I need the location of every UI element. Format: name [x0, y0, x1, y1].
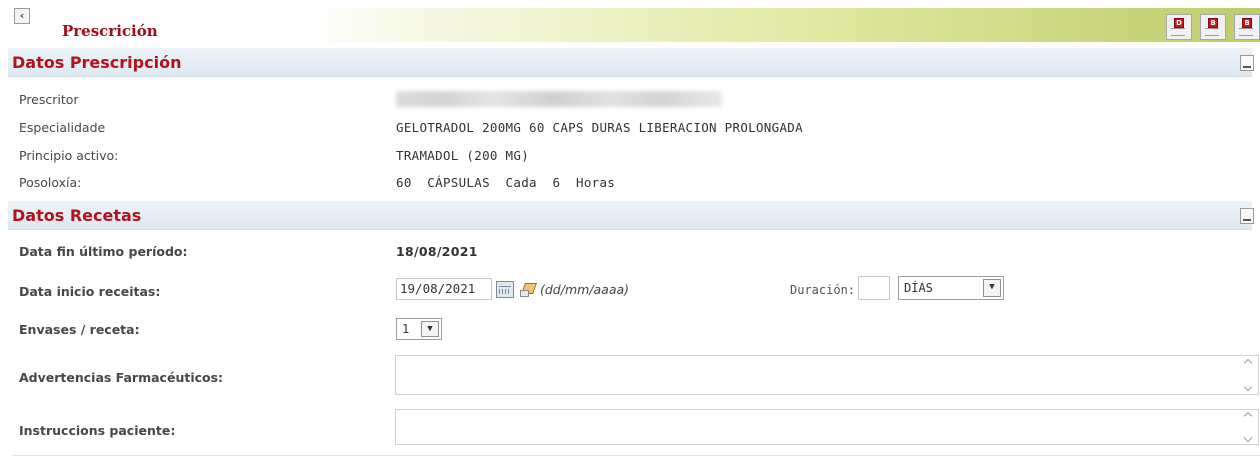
scroll-up-icon[interactable]	[1243, 358, 1253, 368]
scroll-down-icon[interactable]	[1243, 433, 1253, 443]
scroll-up-icon[interactable]	[1243, 411, 1253, 421]
report-doc-3-icon[interactable]: B	[1234, 14, 1260, 40]
section-datos-recetas: Datos Recetas	[8, 201, 1254, 230]
duracion-units-value: DÍAS	[904, 281, 933, 295]
duracion-units-select[interactable]: DÍAS ▼	[898, 276, 1004, 300]
report-doc-2-icon[interactable]: B	[1200, 14, 1226, 40]
eraser-icon[interactable]	[520, 282, 536, 297]
data-inicio-label: Data inicio receitas:	[19, 284, 161, 299]
envases-value: 1	[402, 322, 410, 336]
page-title: Prescrición	[62, 22, 158, 40]
prescritor-label: Prescritor	[19, 92, 79, 107]
collapse-icon[interactable]	[1240, 55, 1254, 71]
posoloxia-label: Posoloxía:	[19, 175, 82, 190]
instrucciones-scroll[interactable]	[1242, 411, 1254, 443]
envases-label: Envases / receta:	[19, 322, 140, 337]
duracion-input[interactable]	[858, 276, 890, 300]
header-actions: D B B	[1166, 14, 1260, 40]
header-gradient-bar	[280, 8, 1260, 42]
posoloxia-value: 60 CÁPSULAS Cada 6 Horas	[396, 175, 616, 190]
calendar-icon[interactable]	[496, 281, 514, 298]
section-title: Datos Prescripción	[12, 53, 182, 72]
top-bar: ‹ Prescrición D B B	[0, 0, 1260, 44]
data-fin-value: 18/08/2021	[396, 244, 478, 259]
data-inicio-input[interactable]: 19/08/2021	[396, 278, 492, 300]
scroll-down-icon[interactable]	[1243, 382, 1253, 392]
advertencias-textarea[interactable]	[395, 355, 1259, 395]
section-title: Datos Recetas	[12, 206, 142, 225]
prescritor-value-redacted	[396, 91, 722, 107]
divider	[12, 455, 1260, 456]
instrucciones-label: Instruccions paciente:	[19, 423, 176, 438]
chevron-down-icon: ▼	[421, 321, 439, 337]
collapse-icon[interactable]	[1240, 208, 1254, 224]
section-datos-prescripcion: Datos Prescripción	[8, 48, 1254, 77]
instrucciones-textarea[interactable]	[395, 409, 1259, 445]
envases-select[interactable]: 1 ▼	[396, 318, 442, 340]
advertencias-scroll[interactable]	[1242, 358, 1254, 392]
especialidade-value: GELOTRADOL 200MG 60 CAPS DURAS LIBERACIO…	[396, 120, 803, 135]
principio-activo-label: Principio activo:	[19, 148, 119, 163]
tab-prescricion[interactable]: Prescrición	[40, 8, 340, 42]
chevron-left-icon[interactable]: ‹	[14, 8, 30, 24]
duracion-label: Duración:	[790, 283, 856, 297]
report-doc-1-icon[interactable]: D	[1166, 14, 1192, 40]
date-format-hint: (dd/mm/aaaa)	[540, 282, 630, 297]
chevron-down-icon: ▼	[983, 279, 1001, 297]
especialidade-label: Especialidade	[19, 120, 106, 135]
principio-activo-value: TRAMADOL (200 MG)	[396, 148, 530, 163]
advertencias-label: Advertencias Farmacéuticos:	[19, 370, 224, 385]
data-fin-label: Data fin último período:	[19, 244, 188, 259]
